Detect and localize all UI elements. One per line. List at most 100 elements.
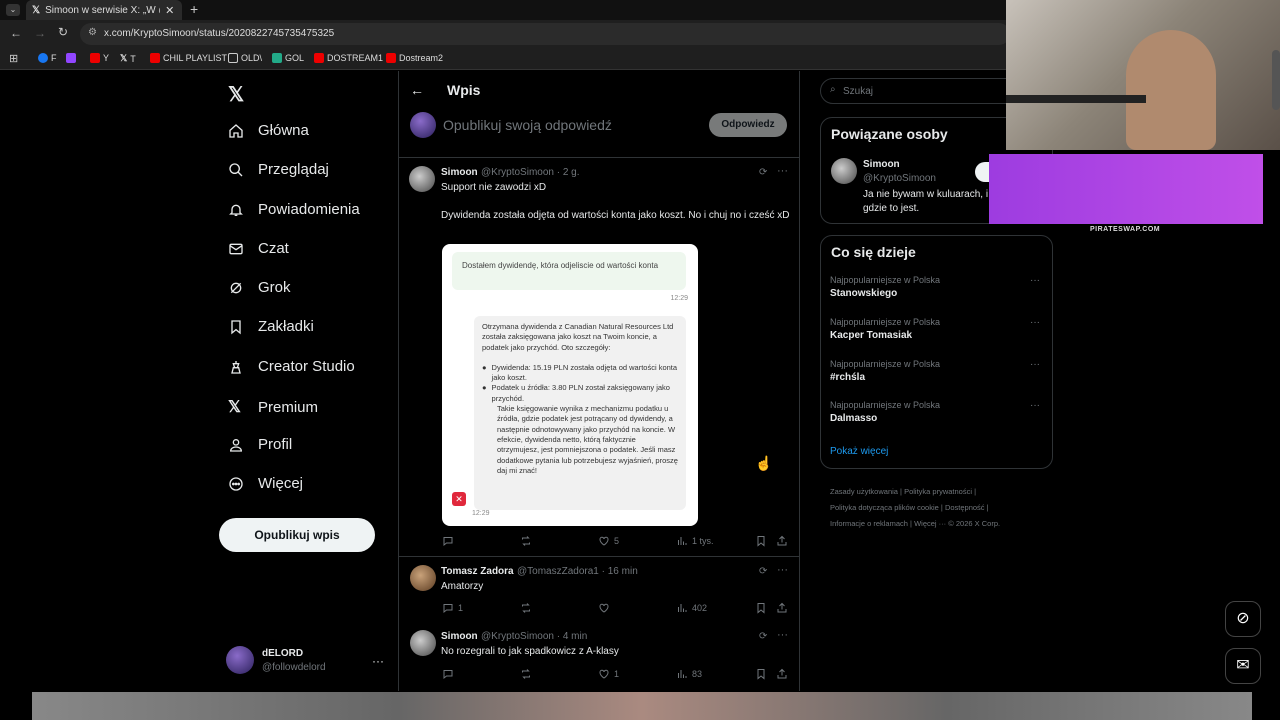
messages-fab-icon[interactable]: ✉ xyxy=(1225,648,1261,684)
nav-premium[interactable]: 𝕏 Premium xyxy=(228,397,318,417)
grok-icon[interactable]: ⟳ xyxy=(759,631,767,642)
avatar[interactable] xyxy=(831,158,857,184)
reply-action[interactable] xyxy=(442,535,454,547)
reply-button[interactable]: Odpowiedz xyxy=(709,113,787,137)
scrollbar[interactable] xyxy=(1272,50,1280,110)
repost-action[interactable] xyxy=(520,535,532,547)
reply-input[interactable]: Opublikuj swoją odpowiedź xyxy=(443,117,612,133)
new-tab-button[interactable]: + xyxy=(190,1,198,17)
nav-more-label: Więcej xyxy=(258,475,304,492)
more-icon[interactable]: ··· xyxy=(777,629,788,641)
back-icon[interactable]: ← xyxy=(10,26,22,40)
search-input[interactable]: ⌕ Szukaj xyxy=(820,78,1020,104)
trend-item[interactable]: Najpopularniejsze w Polska Kacper Tomasi… xyxy=(830,317,940,341)
reply-author-name[interactable]: Tomasz Zadora xyxy=(441,566,514,577)
more-icon[interactable]: ··· xyxy=(777,165,788,177)
footer-link[interactable]: Zasady użytkowania xyxy=(830,487,898,496)
post-button[interactable]: Opublikuj wpis xyxy=(219,518,375,552)
bookmark-dostream2[interactable]: Dostream2 xyxy=(386,53,443,63)
bookmark-old[interactable]: OLD\ xyxy=(228,53,262,63)
account-more-icon[interactable]: ··· xyxy=(372,654,384,668)
chat-bubble-support: Otrzymana dywidenda z Canadian Natural R… xyxy=(474,316,686,510)
bookmark-t[interactable]: 𝕏T xyxy=(120,53,136,64)
trend-item[interactable]: Najpopularniejsze w Polska #rchśla xyxy=(830,359,940,383)
youtube-icon xyxy=(314,53,324,63)
footer-link[interactable]: Dostępność xyxy=(945,503,985,512)
like-action[interactable] xyxy=(598,602,610,614)
apps-grid-icon[interactable]: ⊞ xyxy=(9,52,18,65)
grok-icon[interactable]: ⟳ xyxy=(759,167,767,178)
nav-profile-label: Profil xyxy=(258,436,293,453)
bookmark-y[interactable]: Y xyxy=(90,53,109,63)
nav-explore[interactable]: Przeglądaj xyxy=(228,161,329,178)
post-image[interactable]: Dostałem dywidendę, która odjeliscie od … xyxy=(442,244,698,526)
views-action[interactable]: 83 xyxy=(676,668,702,680)
bookmark-f[interactable]: F xyxy=(38,53,57,63)
post-author-name[interactable]: Simoon xyxy=(441,167,478,178)
mouse-cursor-icon: ☝ xyxy=(755,455,773,471)
post-author-handle[interactable]: @KryptoSimoon · 2 g. xyxy=(481,167,580,178)
trend-more-icon[interactable]: ··· xyxy=(1030,359,1040,370)
share-action[interactable] xyxy=(776,535,788,547)
like-action[interactable]: 1 xyxy=(598,668,619,680)
more-icon[interactable]: ··· xyxy=(777,564,788,576)
views-action[interactable]: 1 tys. xyxy=(676,535,714,547)
trend-more-icon[interactable]: ··· xyxy=(1030,275,1040,286)
url-field[interactable]: ⚙ x.com/KryptoSimoon/status/202082274573… xyxy=(80,23,1010,45)
bookmark-twitch[interactable] xyxy=(66,53,76,63)
avatar[interactable] xyxy=(409,166,435,192)
grok-fab-icon[interactable]: ⊘ xyxy=(1225,601,1261,637)
nav-profile[interactable]: Profil xyxy=(228,436,292,453)
reply-author-handle[interactable]: @KryptoSimoon · 4 min xyxy=(481,631,587,642)
tab-list-button[interactable]: ⌄ xyxy=(6,4,20,16)
share-icon xyxy=(777,602,787,613)
avatar[interactable] xyxy=(410,565,436,591)
trend-more-icon[interactable]: ··· xyxy=(1030,317,1040,328)
bookmark-dostream1[interactable]: DOSTREAM1 xyxy=(314,53,383,63)
site-info-icon[interactable]: ⚙ xyxy=(88,27,97,38)
repost-action[interactable] xyxy=(520,668,532,680)
nav-bookmarks[interactable]: Zakładki xyxy=(228,318,314,335)
back-arrow-icon[interactable]: ← xyxy=(410,82,424,98)
views-action[interactable]: 402 xyxy=(676,602,707,614)
like-action[interactable]: 5 xyxy=(598,535,619,547)
active-tab[interactable]: 𝕏 Simoon w serwisie X: „W @xtb ✕ xyxy=(26,0,182,20)
related-user-name[interactable]: Simoon xyxy=(863,159,900,170)
account-switcher[interactable] xyxy=(226,646,256,676)
footer-link[interactable]: Więcej ··· xyxy=(914,519,946,528)
footer-link[interactable]: Informacje o reklamach xyxy=(830,519,908,528)
reload-icon[interactable]: ↻ xyxy=(58,25,68,39)
share-action[interactable] xyxy=(776,602,788,614)
nav-chat[interactable]: Czat xyxy=(228,240,289,257)
nav-creator-studio[interactable]: Creator Studio xyxy=(228,358,355,375)
trend-more-icon[interactable]: ··· xyxy=(1030,400,1040,411)
show-more-link[interactable]: Pokaż więcej xyxy=(830,446,888,457)
forward-icon[interactable]: → xyxy=(34,26,46,40)
reply-action[interactable] xyxy=(442,668,454,680)
nav-more[interactable]: Więcej xyxy=(228,475,303,492)
trend-item[interactable]: Najpopularniejsze w Polska Dalmasso xyxy=(830,400,940,424)
bookmark-gol[interactable]: GOL xyxy=(272,53,304,63)
repost-action[interactable] xyxy=(520,602,532,614)
bookmark-action[interactable] xyxy=(755,535,767,547)
grok-icon[interactable]: ⟳ xyxy=(759,566,767,577)
reply-author-handle[interactable]: @TomaszZadora1 · 16 min xyxy=(517,566,638,577)
trend-item[interactable]: Najpopularniejsze w Polska Stanowskiego xyxy=(830,275,940,299)
related-user-handle[interactable]: @KryptoSimoon xyxy=(863,173,936,184)
share-action[interactable] xyxy=(776,668,788,680)
avatar[interactable] xyxy=(410,630,436,656)
nav-notifications[interactable]: Powiadomienia xyxy=(228,201,360,218)
footer-link[interactable]: Polityka dotycząca plików cookie xyxy=(830,503,939,512)
bookmark-action[interactable] xyxy=(755,668,767,680)
trends-card: Co się dzieje xyxy=(820,235,1053,469)
reply-action[interactable]: 1 xyxy=(442,602,463,614)
bookmark-chil-playlist[interactable]: CHIL PLAYLIST xyxy=(150,53,227,63)
footer-link[interactable]: Polityka prywatności xyxy=(904,487,972,496)
nav-explore-label: Przeglądaj xyxy=(258,161,329,178)
close-tab-icon[interactable]: ✕ xyxy=(165,4,174,17)
bookmark-action[interactable] xyxy=(755,602,767,614)
nav-grok[interactable]: Grok xyxy=(228,279,291,296)
reply-author-name[interactable]: Simoon xyxy=(441,631,478,642)
x-logo-icon[interactable]: 𝕏 xyxy=(228,82,244,107)
nav-home[interactable]: Główna xyxy=(228,122,309,139)
